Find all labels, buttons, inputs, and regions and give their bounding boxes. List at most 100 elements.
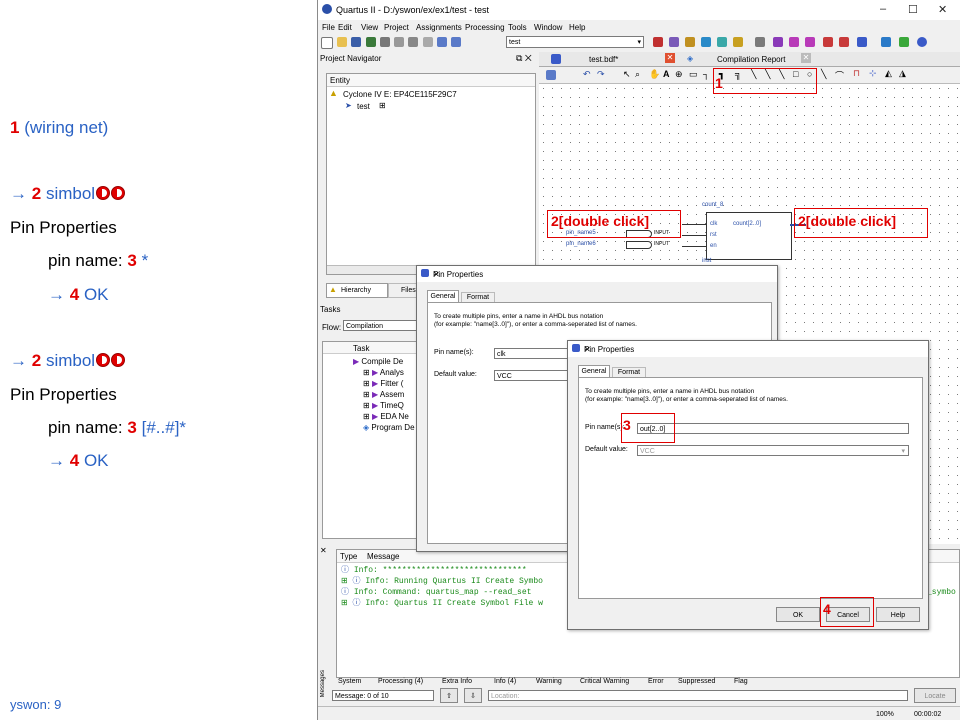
messages-close-icon[interactable]: ✕ [320, 546, 327, 555]
redo-icon[interactable]: ↷ [597, 69, 605, 80]
analysis-icon[interactable] [669, 37, 679, 47]
project-dropdown[interactable]: test ▾ [506, 36, 644, 48]
analysis-synthesis-icon[interactable] [789, 37, 799, 47]
locate-button[interactable]: Locate [914, 688, 956, 703]
input-pin-2[interactable]: pin_name6 INPUT [564, 239, 676, 251]
fitter-icon[interactable] [805, 37, 815, 47]
assignment-icon[interactable] [701, 37, 711, 47]
tab-flag[interactable]: Flag [734, 678, 748, 685]
task-assembler[interactable]: ⊞ ▶ Assem [363, 390, 404, 399]
close-icon[interactable]: ✕ [584, 345, 922, 354]
pin-name-input[interactable]: clk [494, 348, 574, 359]
task-analysis[interactable]: ⊞ ▶ Analys [363, 368, 404, 377]
tab-test-bdf[interactable]: test.bdf* [589, 55, 618, 64]
menu-project[interactable]: Project [384, 23, 409, 32]
menu-view[interactable]: View [361, 23, 378, 32]
task-fitter[interactable]: ⊞ ▶ Fitter ( [363, 379, 403, 388]
timequest-icon[interactable] [839, 37, 849, 47]
task-program-device[interactable]: ◈ Program De [363, 423, 415, 432]
menu-edit[interactable]: Edit [338, 23, 352, 32]
message-row[interactable]: ⊞ ⓘ Info: Quartus II Create Symbol File … [341, 598, 543, 609]
programmer-icon[interactable] [899, 37, 909, 47]
start-compilation-icon[interactable] [773, 37, 783, 47]
arc-tool-icon[interactable]: ⌒ [835, 69, 844, 82]
device-row[interactable]: ▲ Cyclone IV E: EP4CE115F29C7 [329, 88, 533, 99]
cut-icon[interactable] [394, 37, 405, 47]
maximize-icon[interactable]: ☐ [908, 3, 918, 16]
previous-message-button[interactable]: ⇧ [440, 688, 458, 703]
menu-tools[interactable]: Tools [508, 23, 527, 32]
settings-icon[interactable] [685, 37, 695, 47]
tab-suppressed[interactable]: Suppressed [678, 678, 715, 685]
message-row[interactable]: ⓘ Info: Command: quartus_map --read_set [341, 587, 543, 598]
paste-icon[interactable] [422, 37, 433, 47]
default-value-dropdown[interactable]: VCC [494, 370, 574, 381]
timing-icon[interactable] [823, 37, 833, 47]
chip-icon[interactable] [733, 37, 743, 47]
tab-system[interactable]: System [338, 678, 361, 685]
detach-window-icon[interactable] [546, 70, 556, 80]
count-block-symbol[interactable]: clk rst en count[2..0] [706, 212, 792, 260]
line-tool-icon[interactable]: ╲ [821, 69, 826, 80]
pin-planner-icon[interactable] [717, 37, 727, 47]
flow-dropdown[interactable]: Compilation [343, 320, 418, 331]
copy-icon[interactable] [408, 37, 419, 47]
hand-tool-icon[interactable]: ✋ [649, 69, 660, 80]
menu-assignments[interactable]: Assignments [416, 23, 462, 32]
wire[interactable] [682, 235, 706, 236]
save-all-icon[interactable] [365, 37, 376, 47]
location-field[interactable]: Location: [488, 690, 908, 701]
default-value-dropdown[interactable]: VCC ▾ [637, 445, 909, 456]
nav-pin-icon[interactable]: ⧉ ✕ [516, 53, 532, 64]
tab-processing[interactable]: Processing (4) [378, 678, 423, 685]
compile-icon[interactable] [653, 37, 663, 47]
pin-name-input[interactable]: out[2..0] [637, 423, 909, 434]
open-file-icon[interactable] [337, 37, 348, 47]
menu-processing[interactable]: Processing [465, 23, 505, 32]
menu-help[interactable]: Help [569, 23, 585, 32]
close-icon[interactable]: ✕ [433, 270, 771, 279]
help-icon[interactable] [917, 37, 927, 47]
ok-button[interactable]: OK [776, 607, 820, 622]
task-timequest[interactable]: ⊞ ▶ TimeQ [363, 401, 404, 410]
redo-icon[interactable] [451, 37, 462, 47]
close-icon[interactable]: ✕ [938, 3, 947, 16]
rtl-viewer-icon[interactable] [857, 37, 867, 47]
flip-horizontal-icon[interactable]: ◭ [885, 68, 892, 79]
minimize-icon[interactable]: – [880, 3, 886, 15]
tab-extra-info[interactable]: Extra Info [442, 678, 472, 685]
partial-line-icon[interactable]: ⊓ [853, 68, 860, 79]
next-message-button[interactable]: ⇩ [464, 688, 482, 703]
zoom-tool-icon[interactable]: ⌕ [635, 69, 640, 80]
entity-row-test[interactable]: ➤ test ⊞ [343, 100, 483, 111]
new-file-icon[interactable] [321, 37, 333, 49]
tab-hierarchy[interactable]: ▲ Hierarchy [326, 283, 388, 298]
stop-icon[interactable] [755, 37, 765, 47]
wire[interactable] [682, 224, 706, 225]
tab-warning[interactable]: Warning [536, 678, 562, 685]
task-compile-design[interactable]: ▶ Compile De [353, 357, 403, 366]
flip-vertical-icon[interactable]: ◮ [899, 68, 906, 79]
pin-tool-icon[interactable]: ▭ [689, 69, 698, 80]
tab-error[interactable]: Error [648, 678, 664, 685]
message-row[interactable]: ⊞ ⓘ Info: Running Quartus II Create Symb… [341, 576, 543, 587]
selection-tool-icon[interactable]: ↖ [623, 69, 631, 80]
rubberbanding-icon[interactable]: ⊹ [869, 68, 877, 79]
message-row[interactable]: ⓘ Info: ****************************** [341, 565, 543, 576]
tab-critical-warning[interactable]: Critical Warning [580, 678, 629, 685]
menu-window[interactable]: Window [534, 23, 562, 32]
chip-planner-icon[interactable] [881, 37, 891, 47]
undo-icon[interactable] [436, 37, 447, 47]
print-icon[interactable] [379, 37, 390, 47]
task-eda-netlist[interactable]: ⊞ ▶ EDA Ne [363, 412, 409, 421]
text-tool-icon[interactable]: A [663, 69, 670, 79]
close-tab-icon[interactable]: ✕ [801, 53, 811, 63]
save-icon[interactable] [351, 37, 362, 47]
orthogonal-node-tool-icon[interactable]: ┐ [703, 69, 709, 79]
undo-icon[interactable]: ↶ [583, 69, 591, 80]
help-button[interactable]: Help [876, 607, 920, 622]
close-tab-icon[interactable]: ✕ [665, 53, 675, 63]
menu-file[interactable]: File [322, 23, 335, 32]
symbol-tool-icon[interactable]: ⊕ [675, 69, 683, 80]
wire[interactable] [682, 246, 706, 247]
